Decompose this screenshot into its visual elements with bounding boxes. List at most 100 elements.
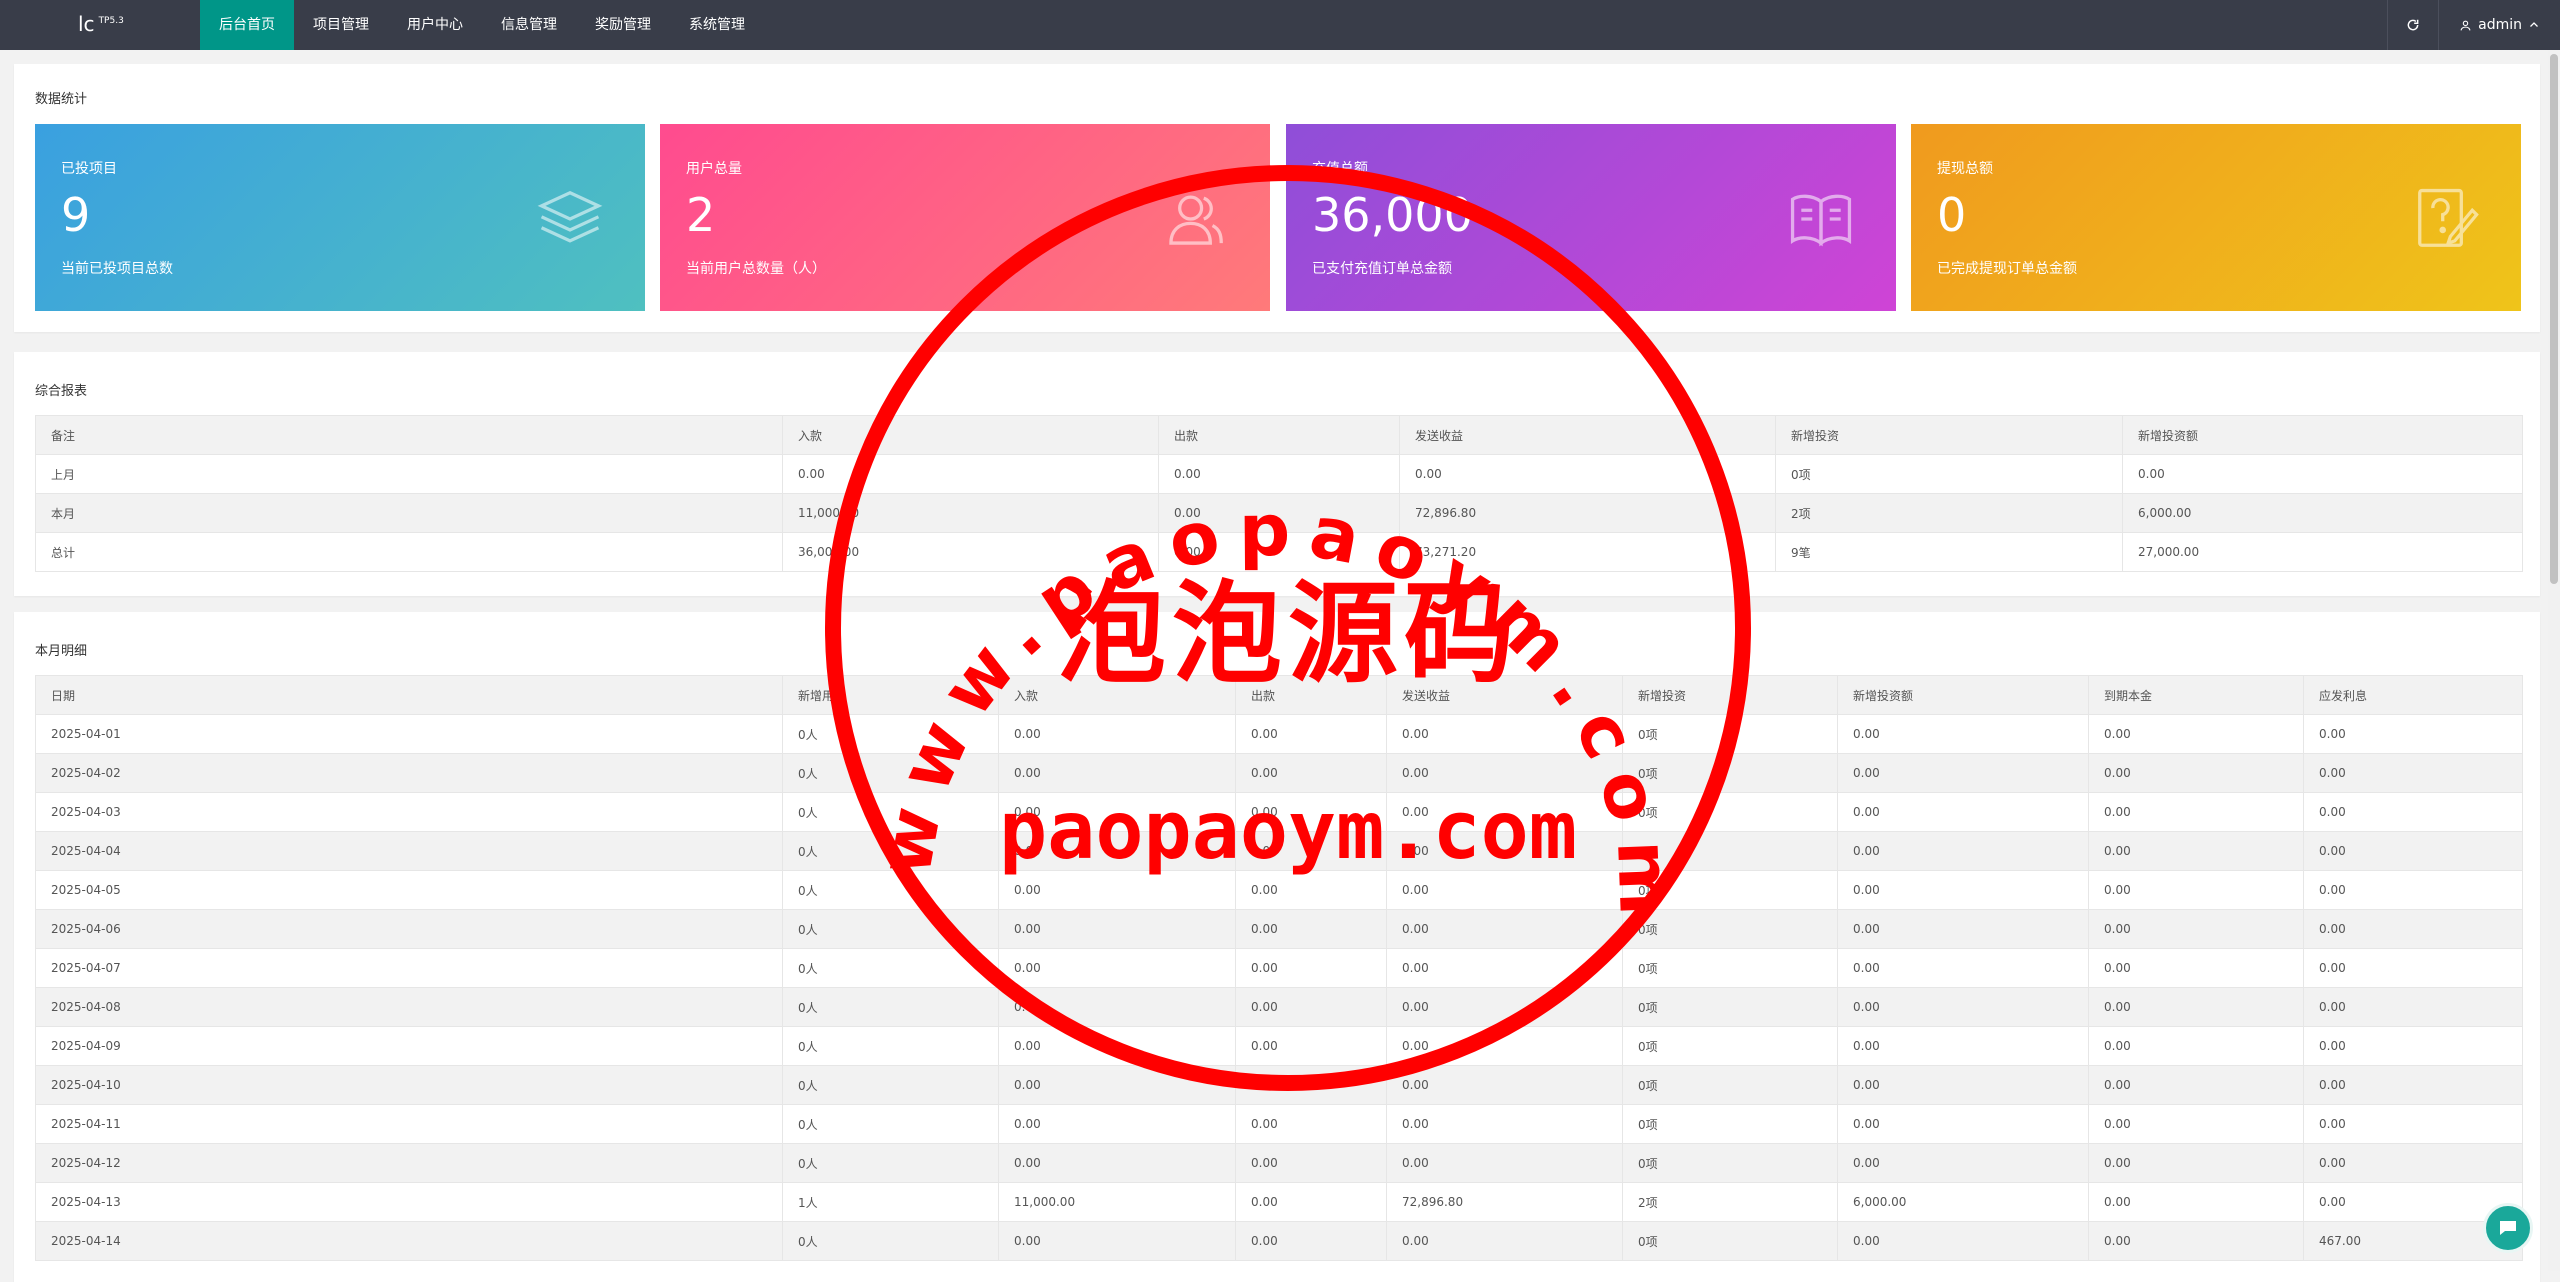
table-cell: 0.00 — [1837, 753, 2089, 793]
stat-label: 充值总额 — [1312, 161, 1368, 177]
table-header: 发送收益 — [1386, 675, 1623, 715]
table-cell: 0人 — [782, 1221, 999, 1261]
table-cell: 2025-04-08 — [35, 987, 783, 1027]
table-cell: 0.00 — [1235, 714, 1387, 754]
table-row: 2025-04-03 0人 0.00 0.00 0.00 0项 0.00 0.00 0.00 — [35, 792, 2523, 832]
nav-projects[interactable]: 项目管理 — [294, 0, 388, 50]
table-cell: 0.00 — [1235, 1221, 1387, 1261]
table-cell: 0人 — [782, 1104, 999, 1144]
table-cell: 0项 — [1622, 870, 1838, 910]
table-cell: 0人 — [782, 1026, 999, 1066]
chevron-up-icon — [2530, 22, 2538, 27]
table-cell: 0.00 — [2122, 454, 2523, 494]
table-cell: 0.00 — [998, 1104, 1236, 1144]
table-cell: 0.00 — [1837, 714, 2089, 754]
table-cell: 0项 — [1622, 1026, 1838, 1066]
table-row: 2025-04-06 0人 0.00 0.00 0.00 0项 0.00 0.00 0.00 — [35, 909, 2523, 949]
table-cell: 0.00 — [1837, 1104, 2089, 1144]
table-cell: 0.00 — [998, 909, 1236, 949]
table-header: 出款 — [1235, 675, 1387, 715]
table-cell: 73,271.20 — [1399, 532, 1776, 572]
table-header: 新增投资 — [1775, 415, 2123, 455]
table-header: 入款 — [782, 415, 1159, 455]
table-cell: 0.00 — [1235, 909, 1387, 949]
table-cell: 0.00 — [1386, 792, 1623, 832]
table-cell: 0.00 — [998, 870, 1236, 910]
table-cell: 2025-04-02 — [35, 753, 783, 793]
table-row: 2025-04-12 0人 0.00 0.00 0.00 0项 0.00 0.00 0.00 — [35, 1143, 2523, 1183]
nav-rewards[interactable]: 奖励管理 — [576, 0, 670, 50]
table-cell: 0.00 — [1235, 753, 1387, 793]
nav-info[interactable]: 信息管理 — [482, 0, 576, 50]
top-navbar: lc TP5.3 后台首页 项目管理 用户中心 信息管理 奖励管理 系统管理 ad… — [0, 0, 2560, 50]
table-header: 出款 — [1158, 415, 1400, 455]
table-cell: 0.00 — [1837, 1143, 2089, 1183]
nav-users[interactable]: 用户中心 — [388, 0, 482, 50]
table-cell: 0项 — [1622, 1065, 1838, 1105]
table-cell: 0.00 — [1837, 831, 2089, 871]
table-cell: 0.00 — [1235, 948, 1387, 988]
table-row: 2025-04-14 0人 0.00 0.00 0.00 0项 0.00 0.00 467.00 — [35, 1221, 2523, 1261]
table-cell: 0.00 — [2088, 753, 2304, 793]
table-cell: 0.00 — [2303, 948, 2523, 988]
table-cell: 0.00 — [1386, 1143, 1623, 1183]
chat-icon — [2500, 1221, 2516, 1235]
table-cell: 0项 — [1622, 1143, 1838, 1183]
username: admin — [2478, 17, 2522, 33]
table-cell: 0.00 — [998, 1065, 1236, 1105]
table-cell: 72,896.80 — [1399, 493, 1776, 533]
table-cell: 0项 — [1622, 948, 1838, 988]
table-cell: 0.00 — [2088, 870, 2304, 910]
table-row: 本月 11,000.00 0.00 72,896.80 2项 6,000.00 — [35, 493, 2523, 533]
table-cell: 0人 — [782, 870, 999, 910]
table-cell: 0.00 — [1386, 870, 1623, 910]
app-logo[interactable]: lc TP5.3 — [78, 12, 124, 36]
table-header: 新增投资 — [1622, 675, 1838, 715]
stat-card-withdraw: 提现总额 0 已完成提现订单总金额 — [1911, 124, 2521, 311]
table-cell: 0.00 — [782, 454, 1159, 494]
table-cell: 0.00 — [1158, 454, 1400, 494]
stat-label: 提现总额 — [1937, 161, 1993, 177]
nav-home[interactable]: 后台首页 — [200, 0, 294, 50]
table-cell: 0.00 — [1235, 1143, 1387, 1183]
stat-label: 用户总量 — [686, 161, 742, 177]
table-cell: 0.00 — [1837, 948, 2089, 988]
table-cell: 0.00 — [1158, 493, 1400, 533]
table-cell: 0项 — [1775, 454, 2123, 494]
table-cell: 2项 — [1775, 493, 2123, 533]
table-cell: 0.00 — [1235, 870, 1387, 910]
table-cell: 0.00 — [1235, 1104, 1387, 1144]
page-scrollbar[interactable] — [2548, 50, 2560, 1271]
table-cell: 0.00 — [1158, 532, 1400, 572]
chat-float-button[interactable] — [2483, 1203, 2533, 1253]
user-menu[interactable]: admin — [2438, 0, 2560, 50]
table-cell: 0.00 — [1386, 753, 1623, 793]
table-cell: 0.00 — [998, 831, 1236, 871]
report-table: 备注 入款 出款 发送收益 新增投资 新增投资额 上月 0.00 0.00 0.00 0… — [35, 415, 2523, 572]
nav-system[interactable]: 系统管理 — [670, 0, 764, 50]
refresh-button[interactable] — [2387, 0, 2438, 50]
scrollbar-thumb[interactable] — [2550, 54, 2558, 584]
table-cell: 0.00 — [1837, 1026, 2089, 1066]
table-cell: 72,896.80 — [1386, 1182, 1623, 1222]
table-cell: 0项 — [1622, 831, 1838, 871]
table-cell: 0.00 — [2303, 753, 2523, 793]
table-cell: 0.00 — [1386, 1104, 1623, 1144]
table-cell: 0人 — [782, 792, 999, 832]
table-row: 2025-04-07 0人 0.00 0.00 0.00 0项 0.00 0.00 0.00 — [35, 948, 2523, 988]
table-cell: 0项 — [1622, 909, 1838, 949]
table-cell: 2025-04-10 — [35, 1065, 783, 1105]
table-row: 2025-04-01 0人 0.00 0.00 0.00 0项 0.00 0.00 0.00 — [35, 714, 2523, 754]
report-title: 综合报表 — [35, 384, 88, 399]
table-cell: 0.00 — [998, 714, 1236, 754]
table-cell: 0.00 — [1386, 1221, 1623, 1261]
table-cell: 0.00 — [2303, 792, 2523, 832]
stat-value: 36,000 — [1312, 188, 1473, 242]
table-cell: 0.00 — [2088, 1026, 2304, 1066]
table-cell: 0项 — [1622, 987, 1838, 1027]
table-header: 发送收益 — [1399, 415, 1776, 455]
refresh-icon — [2407, 19, 2419, 31]
users-icon — [1169, 195, 1223, 245]
table-cell: 0.00 — [998, 1026, 1236, 1066]
stat-value: 2 — [686, 188, 716, 242]
